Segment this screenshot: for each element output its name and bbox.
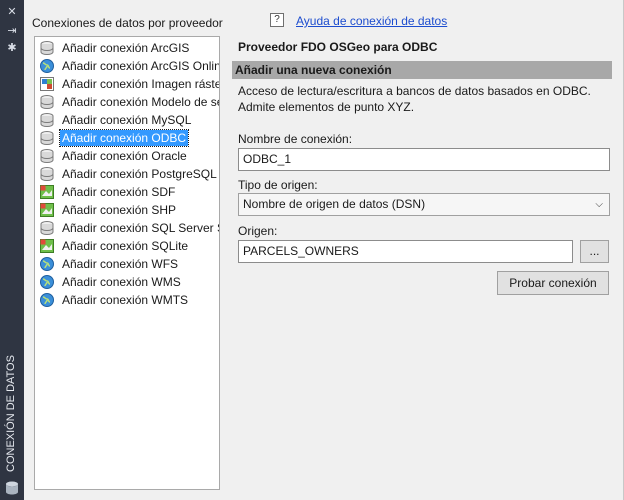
close-icon[interactable]: ✕ bbox=[4, 5, 20, 19]
file-icon bbox=[40, 185, 54, 199]
disk-icon bbox=[40, 95, 54, 110]
provider-item-label: Añadir conexión Imagen ráster bbox=[62, 77, 220, 91]
database-icon bbox=[6, 481, 18, 495]
provider-item[interactable]: Añadir conexión ODBC bbox=[35, 129, 219, 147]
provider-item[interactable]: Añadir conexión MySQL bbox=[35, 111, 219, 129]
palette-side-strip: ✕ ⇥ ✱ CONEXIÓN DE DATOS bbox=[0, 0, 24, 500]
provider-item[interactable]: Añadir conexión Imagen ráster bbox=[35, 75, 219, 93]
provider-item-label: Añadir conexión ODBC bbox=[58, 129, 190, 147]
chevron-down-icon: ⌵ bbox=[595, 199, 603, 210]
source-type-value: Nombre de origen de datos (DSN) bbox=[243, 197, 426, 211]
disk-icon bbox=[40, 113, 54, 128]
provider-item[interactable]: Añadir conexión WMS bbox=[35, 273, 219, 291]
globe-icon bbox=[40, 59, 54, 73]
provider-item[interactable]: Añadir conexión SQLite bbox=[35, 237, 219, 255]
section-header: Añadir una nueva conexión bbox=[232, 61, 612, 79]
provider-item-label: Añadir conexión SDF bbox=[62, 185, 176, 199]
provider-item-label: Añadir conexión WFS bbox=[62, 257, 179, 271]
help-link[interactable]: Ayuda de conexión de datos bbox=[296, 14, 447, 28]
provider-item[interactable]: Añadir conexión Oracle bbox=[35, 147, 219, 165]
providers-heading: Conexiones de datos por proveedor bbox=[32, 16, 223, 30]
provider-item[interactable]: Añadir conexión SDF bbox=[35, 183, 219, 201]
provider-item-label: Añadir conexión SQL Server Spatial bbox=[62, 221, 219, 235]
provider-item-label: Añadir conexión WMS bbox=[62, 275, 181, 289]
provider-item[interactable]: Añadir conexión ArcGIS Online bbox=[35, 57, 219, 75]
gear-icon[interactable]: ✱ bbox=[4, 41, 20, 55]
file-icon bbox=[40, 203, 54, 217]
disk-icon bbox=[40, 131, 54, 146]
source-type-select[interactable]: Nombre de origen de datos (DSN) ⌵ bbox=[238, 193, 610, 216]
provider-item-label: Añadir conexión PostgreSQL bbox=[62, 167, 217, 181]
providers-list[interactable]: Añadir conexión ArcGIS Añadir conexión Ar… bbox=[34, 36, 220, 490]
source-type-label: Tipo de origen: bbox=[238, 178, 318, 192]
globe-icon bbox=[40, 293, 54, 307]
disk-icon bbox=[40, 221, 54, 236]
provider-item-label: Añadir conexión SQLite bbox=[62, 239, 189, 253]
provider-item-label: Añadir conexión MySQL bbox=[62, 113, 192, 127]
disk-icon bbox=[40, 41, 54, 56]
provider-item[interactable]: Añadir conexión SQL Server Spatial bbox=[35, 219, 219, 237]
source-label: Origen: bbox=[238, 224, 278, 238]
globe-icon bbox=[40, 257, 54, 271]
provider-item[interactable]: Añadir conexión WMTS bbox=[35, 291, 219, 309]
provider-item[interactable]: Añadir conexión ArcGIS bbox=[35, 39, 219, 57]
test-connection-button[interactable]: Probar conexión bbox=[497, 271, 609, 295]
provider-item-label: Añadir conexión ArcGIS bbox=[62, 41, 190, 55]
provider-item[interactable]: Añadir conexión SHP bbox=[35, 201, 219, 219]
connection-name-input[interactable]: ODBC_1 bbox=[238, 148, 610, 171]
file-icon bbox=[40, 239, 54, 253]
provider-item-label: Añadir conexión Modelo de servidor bbox=[62, 95, 219, 109]
provider-item-label: Añadir conexión WMTS bbox=[62, 293, 189, 307]
provider-item-label: Añadir conexión ArcGIS Online bbox=[62, 59, 220, 73]
palette-title-text: CONEXIÓN DE DATOS bbox=[5, 355, 17, 472]
browse-button[interactable]: ... bbox=[580, 240, 609, 263]
globe-icon bbox=[40, 275, 54, 289]
provider-item-label: Añadir conexión SHP bbox=[62, 203, 177, 217]
source-input[interactable]: PARCELS_OWNERS bbox=[238, 240, 573, 263]
provider-item[interactable]: Añadir conexión WFS bbox=[35, 255, 219, 273]
provider-item-label: Añadir conexión Oracle bbox=[62, 149, 187, 163]
connection-name-label: Nombre de conexión: bbox=[238, 132, 353, 146]
disk-icon bbox=[40, 167, 54, 182]
raster-icon bbox=[40, 77, 54, 91]
data-connect-panel: Conexiones de datos por proveedor Añadir… bbox=[24, 0, 624, 500]
disk-icon bbox=[40, 149, 54, 164]
provider-description: Acceso de lectura/escritura a bancos de … bbox=[238, 84, 591, 114]
help-icon[interactable]: ? bbox=[270, 13, 284, 27]
pin-icon[interactable]: ⇥ bbox=[4, 24, 20, 38]
provider-item[interactable]: Añadir conexión PostgreSQL bbox=[35, 165, 219, 183]
provider-title: Proveedor FDO OSGeo para ODBC bbox=[238, 40, 438, 54]
provider-item[interactable]: Añadir conexión Modelo de servidor bbox=[35, 93, 219, 111]
